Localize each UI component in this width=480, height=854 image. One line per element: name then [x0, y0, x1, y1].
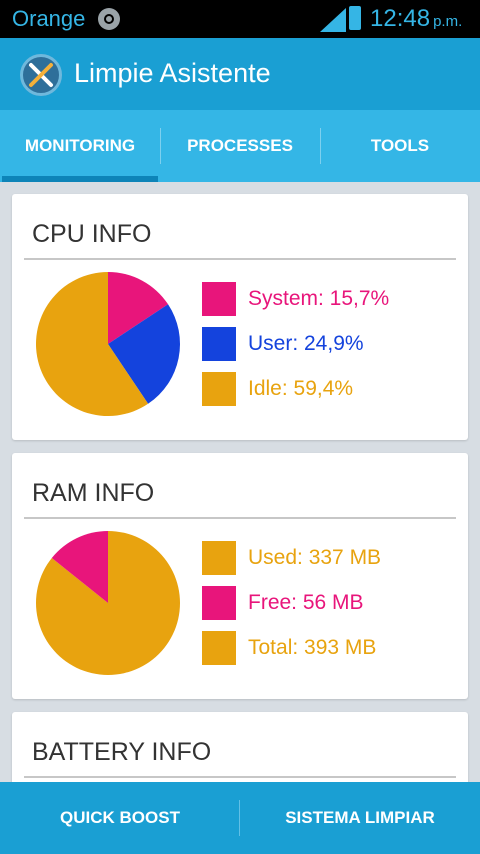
legend-label: System: 15,7% — [248, 287, 390, 310]
battery-info-title: BATTERY INFO — [32, 738, 212, 766]
divider — [24, 776, 456, 778]
sistema-limpiar-button[interactable]: SISTEMA LIMPIAR — [240, 782, 480, 854]
status-bar: Orange 12:48 p.m. — [0, 0, 480, 38]
carrier-name: Orange — [12, 6, 86, 31]
tab-tools[interactable]: TOOLS — [320, 110, 480, 182]
app-bar: Limpie Asistente — [0, 38, 480, 110]
legend-label: Used: 337 MB — [248, 546, 382, 569]
app-logo-icon[interactable] — [20, 54, 62, 96]
cpu-pie-chart — [36, 272, 180, 416]
legend-swatch — [202, 631, 236, 665]
app-title: Limpie Asistente — [74, 58, 271, 88]
legend-swatch — [202, 282, 236, 316]
divider — [24, 517, 456, 519]
bottom-action-bar: QUICK BOOST SISTEMA LIMPIAR — [0, 782, 480, 854]
ram-legend-used: Used: 337 MB — [202, 541, 381, 575]
cpu-info-title: CPU INFO — [32, 220, 152, 248]
signal-icon — [320, 8, 346, 32]
carrier-logo-icon — [98, 8, 120, 30]
tab-processes[interactable]: PROCESSES — [160, 110, 320, 182]
legend-swatch — [202, 327, 236, 361]
ram-info-card: RAM INFO Used: 337 MB Free: 56 MB Total:… — [12, 453, 468, 699]
legend-label: Idle: 59,4% — [248, 377, 354, 400]
legend-label: Free: 56 MB — [248, 591, 364, 614]
battery-icon — [349, 6, 361, 30]
cpu-legend-system: System: 15,7% — [202, 282, 389, 316]
divider — [24, 258, 456, 260]
clock-time: 12:48 — [370, 5, 431, 32]
ram-pie-chart — [36, 531, 180, 675]
clock-ampm: p.m. — [433, 13, 463, 30]
tab-monitoring[interactable]: MONITORING — [0, 110, 160, 182]
legend-label: User: 24,9% — [248, 332, 364, 355]
cpu-legend-idle: Idle: 59,4% — [202, 372, 353, 406]
ram-legend-total: Total: 393 MB — [202, 631, 376, 665]
clock: 12:48 p.m. — [370, 5, 462, 33]
legend-swatch — [202, 541, 236, 575]
legend-label: Total: 393 MB — [248, 636, 377, 659]
ram-legend-free: Free: 56 MB — [202, 586, 364, 620]
legend-swatch — [202, 372, 236, 406]
quick-boost-button[interactable]: QUICK BOOST — [0, 782, 240, 854]
ram-info-title: RAM INFO — [32, 479, 155, 507]
cpu-legend-user: User: 24,9% — [202, 327, 364, 361]
cpu-info-card: CPU INFO System: 15,7% User: 24,9% Idle:… — [12, 194, 468, 440]
tab-bar: MONITORING PROCESSES TOOLS — [0, 110, 480, 182]
legend-swatch — [202, 586, 236, 620]
tools-icon — [29, 63, 53, 87]
